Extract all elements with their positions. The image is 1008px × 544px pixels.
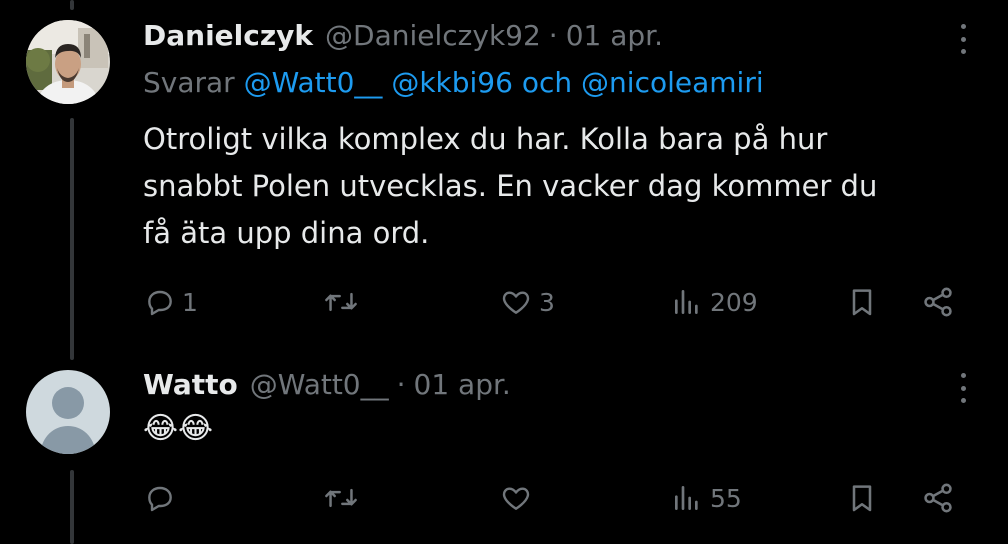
tweet-text: Otroligt vilka komplex du har. Kolla bar…: [143, 116, 877, 257]
view-count: 209: [710, 287, 758, 317]
retweet-button[interactable]: [324, 473, 358, 523]
tweet-actions: 55: [0, 473, 1008, 523]
retweet-button[interactable]: [324, 277, 358, 327]
profile-photo: [26, 20, 110, 104]
tweet-date[interactable]: 01 apr.: [566, 19, 663, 52]
like-button[interactable]: 3: [499, 277, 555, 327]
avatar-danielczyk[interactable]: [26, 20, 110, 104]
share-button[interactable]: [921, 277, 955, 327]
tweet-header: Danielczyk @Danielczyk92 · 01 apr.: [143, 15, 663, 55]
mention-link[interactable]: @Watt0__: [244, 66, 383, 99]
thread-line-top: [70, 0, 74, 10]
bookmark-icon: [852, 485, 872, 512]
tweet-text: 😂😂: [143, 411, 214, 446]
tweet-text-line: få äta upp dina ord.: [143, 216, 430, 250]
reply-button[interactable]: [144, 473, 176, 523]
share-icon: [924, 287, 952, 317]
reply-count: 1: [182, 287, 198, 317]
tweet-date[interactable]: 01 apr.: [414, 368, 511, 401]
reply-icon: [148, 290, 172, 316]
share-icon: [924, 483, 952, 513]
user-handle[interactable]: @Watt0__: [250, 368, 389, 401]
reply-icon: [148, 486, 172, 512]
bookmark-button[interactable]: [846, 473, 878, 523]
default-avatar-icon: [26, 370, 110, 454]
bookmark-button[interactable]: [846, 277, 878, 327]
mention-link[interactable]: @nicoleamiri: [581, 66, 764, 99]
views-button[interactable]: 209: [670, 277, 758, 327]
retweet-icon: [325, 488, 357, 508]
avatar-watto[interactable]: [26, 370, 110, 454]
bookmark-icon: [852, 289, 872, 316]
replying-to: Svarar @Watt0__ @kkbi96 och @nicoleamiri: [143, 66, 764, 99]
views-icon: [675, 290, 698, 314]
replying-prefix: Svarar: [143, 66, 235, 99]
views-icon: [675, 486, 698, 510]
more-icon[interactable]: [956, 24, 970, 54]
tweet-text-line: Otroligt vilka komplex du har. Kolla bar…: [143, 122, 828, 156]
mention-conjunction[interactable]: och: [522, 66, 572, 99]
like-icon: [502, 291, 530, 314]
tweet-text-line: snabbt Polen utvecklas. En vacker dag ko…: [143, 169, 878, 203]
display-name[interactable]: Danielczyk: [143, 19, 313, 52]
mention-link[interactable]: @kkbi96: [391, 66, 513, 99]
display-name[interactable]: Watto: [143, 368, 238, 401]
like-button[interactable]: [499, 473, 533, 523]
tweet-actions: 1 3 209: [0, 277, 1008, 327]
user-handle[interactable]: @Danielczyk92: [325, 19, 541, 52]
reply-button[interactable]: 1: [144, 277, 198, 327]
tweet-header: Watto @Watt0__ · 01 apr.: [143, 364, 511, 404]
view-count: 55: [710, 483, 742, 513]
separator-dot: ·: [396, 367, 406, 401]
share-button[interactable]: [921, 473, 955, 523]
separator-dot: ·: [548, 18, 558, 52]
retweet-icon: [325, 292, 357, 312]
views-button[interactable]: 55: [670, 473, 742, 523]
more-icon[interactable]: [956, 373, 970, 403]
like-count: 3: [539, 287, 555, 317]
like-icon: [502, 487, 530, 510]
